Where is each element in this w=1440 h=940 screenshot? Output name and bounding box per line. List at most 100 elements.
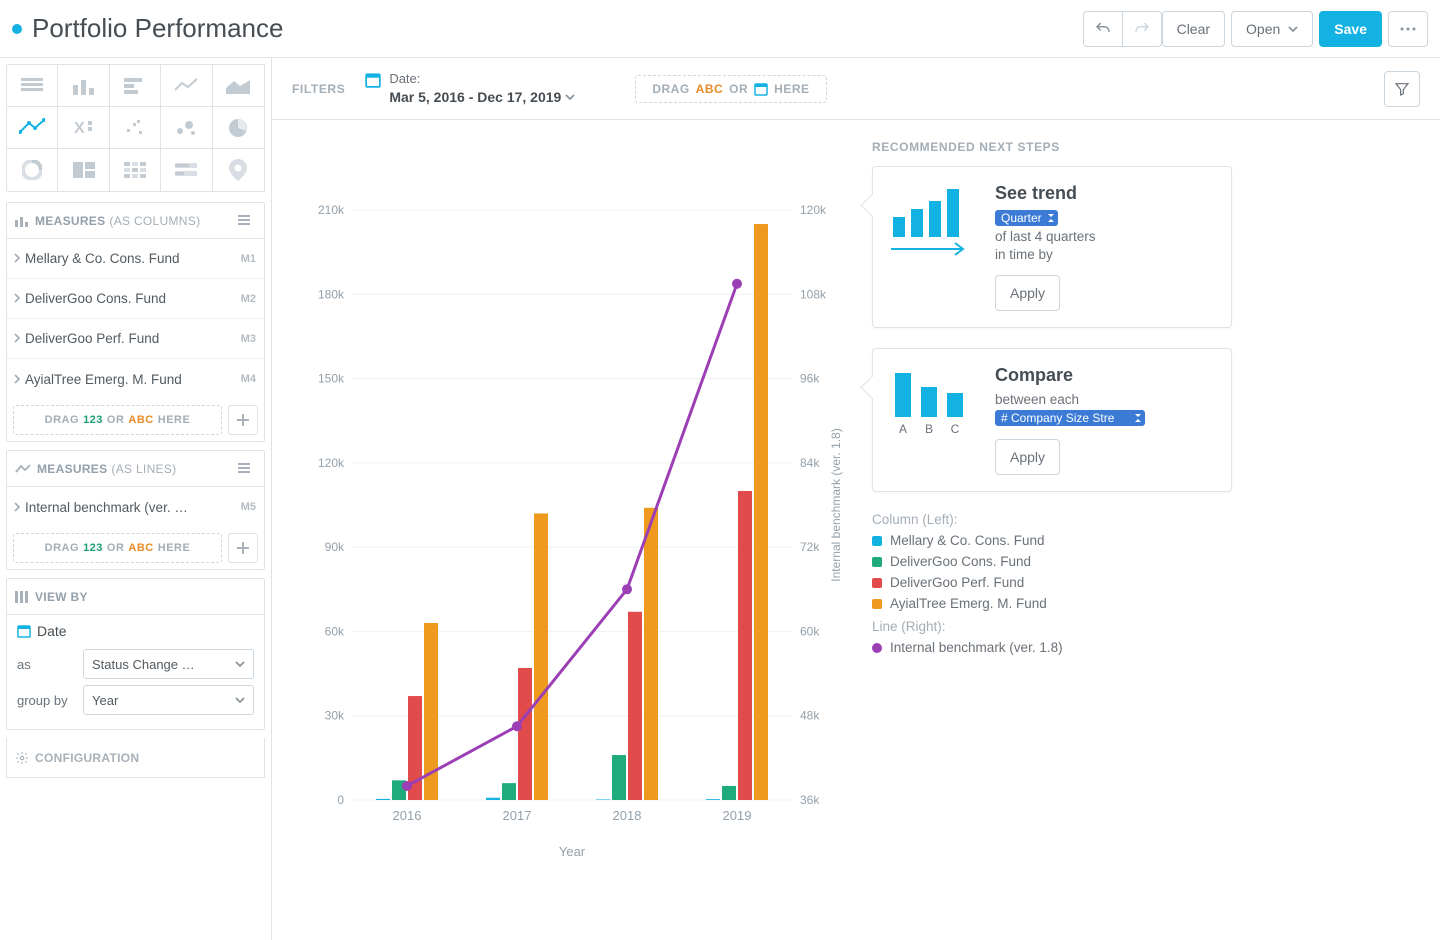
chart-type-treemap[interactable] [58,149,109,191]
chevron-down-icon [565,92,575,102]
filter-drop-zone[interactable]: DRAG ABC OR HERE [635,75,826,103]
measure-label: Internal benchmark (ver. … [25,500,241,515]
measure-item[interactable]: DeliverGoo Perf. FundM3 [7,319,264,359]
viewby-field[interactable]: Date [17,623,254,639]
date-filter[interactable]: Date: Mar 5, 2016 - Dec 17, 2019 [365,70,575,106]
legend-item: Internal benchmark (ver. 1.8) [872,640,1232,655]
compare-select[interactable]: # Company Size Stre [995,410,1145,426]
chevron-down-icon [235,659,245,669]
chart-type-geo[interactable] [213,149,264,191]
measures-columns-drop[interactable]: DRAG123ORABCHERE [13,405,222,435]
measure-item[interactable]: DeliverGoo Cons. FundM2 [7,279,264,319]
chart-type-donut[interactable] [7,149,58,191]
chevron-down-icon [235,695,245,705]
more-options-button[interactable] [1388,11,1428,47]
table-icon [21,78,43,94]
chart-type-area[interactable] [213,65,264,107]
svg-text:B: B [925,422,933,436]
svg-text:2018: 2018 [613,808,642,823]
configuration-header[interactable]: CONFIGURATION [6,738,265,778]
measures-columns-section: MEASURES(AS COLUMNS) Mellary & Co. Cons.… [6,202,265,442]
svg-text:90k: 90k [325,540,345,554]
viewby-groupby-label: group by [17,693,75,708]
svg-text:150k: 150k [318,372,345,386]
add-line-measure-button[interactable] [228,533,258,563]
measure-label: AyialTree Emerg. M. Fund [25,372,241,387]
area-chart-icon [226,78,250,94]
donut-chart-icon [22,160,42,180]
filter-button[interactable] [1384,71,1420,107]
legend-item: Mellary & Co. Cons. Fund [872,533,1232,548]
bullet-chart-icon [175,163,197,177]
viewby-header: VIEW BY [7,579,264,615]
measures-lines-header: MEASURES(AS LINES) [7,451,264,487]
section-menu-icon[interactable] [238,462,256,476]
measures-lines-section: MEASURES(AS LINES) Internal benchmark (v… [6,450,265,570]
chevron-right-icon [13,372,21,387]
page-title: Portfolio Performance [32,13,283,44]
viewby-as-label: as [17,657,75,672]
open-button[interactable]: Open [1231,11,1313,47]
plus-icon [237,542,249,554]
measure-item[interactable]: Internal benchmark (ver. …M5 [7,487,264,527]
funnel-icon [1394,81,1410,97]
heatmap-icon [124,162,146,178]
measure-label: DeliverGoo Cons. Fund [25,291,241,306]
add-column-measure-button[interactable] [228,405,258,435]
bar-chart-icon [124,78,146,94]
undo-icon [1094,20,1112,38]
chart-type-combo[interactable] [7,107,58,149]
measure-label: DeliverGoo Perf. Fund [25,331,241,346]
map-pin-icon [229,159,247,181]
trend-title: See trend [995,183,1096,204]
section-menu-icon[interactable] [238,214,256,228]
legend-item: DeliverGoo Perf. Fund [872,575,1232,590]
redo-button[interactable] [1122,11,1162,47]
svg-text:Internal benchmark (ver. 1.8): Internal benchmark (ver. 1.8) [829,428,843,581]
trend-period-select[interactable]: Quarter [995,210,1058,226]
svg-text:84k: 84k [800,456,820,470]
chart-type-line[interactable] [161,65,212,107]
svg-text:60k: 60k [325,624,345,638]
svg-text:X: X [74,120,85,137]
svg-text:72k: 72k [800,540,820,554]
svg-text:48k: 48k [800,709,820,723]
save-button[interactable]: Save [1319,11,1382,47]
trend-apply-button[interactable]: Apply [995,275,1060,311]
viewby-as-select[interactable]: Status Change … [83,649,254,679]
chart-type-scatter[interactable] [110,107,161,149]
svg-text:108k: 108k [800,287,827,301]
measure-item[interactable]: Mellary & Co. Cons. FundM1 [7,239,264,279]
clear-button[interactable]: Clear [1162,11,1225,47]
svg-text:96k: 96k [800,372,820,386]
chart-type-pie[interactable] [213,107,264,149]
measures-lines-drop[interactable]: DRAG123ORABCHERE [13,533,222,563]
chart-type-column[interactable] [58,65,109,107]
chart-type-bar[interactable] [110,65,161,107]
svg-text:120k: 120k [318,456,345,470]
chart-type-table[interactable] [7,65,58,107]
treemap-icon [73,162,95,178]
undo-button[interactable] [1083,11,1123,47]
chart-type-headline[interactable]: X [58,107,109,149]
left-panel: X MEASURES(AS COLUMNS) M [0,58,272,940]
svg-text:A: A [899,422,907,436]
compare-title: Compare [995,365,1145,386]
compare-card: A B C Compare between each # Company Siz… [872,348,1232,492]
chart-type-bullet[interactable] [161,149,212,191]
pie-chart-icon [228,118,248,138]
chart-type-bubble[interactable] [161,107,212,149]
viewby-groupby-select[interactable]: Year [83,685,254,715]
measure-tag: M1 [241,253,256,265]
compare-apply-button[interactable]: Apply [995,439,1060,475]
chart-type-heatmap[interactable] [110,149,161,191]
measure-item[interactable]: AyialTree Emerg. M. FundM4 [7,359,264,399]
unsaved-dot-icon [12,24,22,34]
calendar-icon [754,82,768,96]
undo-redo-group [1083,11,1162,47]
columns-icon [15,591,29,603]
trend-card: See trend Quarter of last 4 quarters in … [872,166,1232,328]
chevron-right-icon [13,251,21,266]
trend-icon [889,183,979,311]
filter-bar: FILTERS Date: Mar 5, 2016 - Dec 17, 2019… [272,58,1440,120]
